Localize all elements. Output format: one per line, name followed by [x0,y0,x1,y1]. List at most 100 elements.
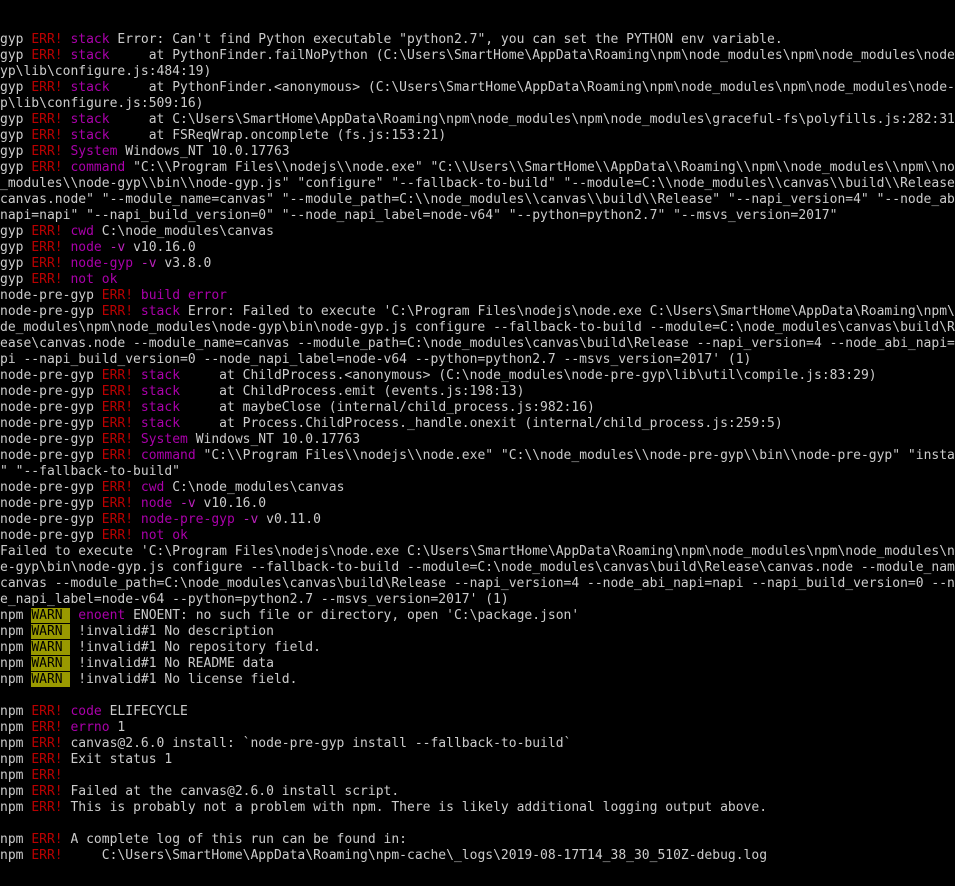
console-text-run: node-pre-gyp [140,512,243,527]
console-text-run: C:\node_modules\canvas [172,480,345,495]
console-text-run: Error: Can't find Python executable "pyt… [117,32,783,47]
console-text-run: at C:\Users\SmartHome\AppData\Roaming\np… [117,112,955,127]
console-text-run: C:\node_modules\canvas [101,224,274,239]
console-text-run: ERR! [31,224,71,239]
console-line-wrapped: _modules\\node-gyp\\bin\\node-gyp.js" "c… [0,176,955,192]
console-text-run: node-pre-gyp [0,496,102,511]
console-text-run: !invalid#1 No repository field. [70,640,321,655]
console-line: npm ERR! canvas@2.6.0 install: `node-pre… [0,736,955,752]
console-line: gyp ERR! stack at FSReqWrap.oncomplete (… [0,128,955,144]
console-text-run: A complete log of this run can be found … [70,832,407,847]
terminal-console-output[interactable]: gyp ERR! stack Error: Can't find Python … [0,0,955,886]
console-text-run: ERR! [31,128,71,143]
console-text-run: command [140,448,204,463]
console-line-wrapped: ease\canvas.node --module_name=canvas --… [0,336,955,352]
console-text-run: npm [0,640,32,655]
console-line: npm ERR! Failed at the canvas@2.6.0 inst… [0,784,955,800]
console-line: npm WARN !invalid#1 No README data [0,656,955,672]
console-text-run: "C:\\Program Files\\nodejs\\node.exe" "C… [133,160,955,175]
console-text-run: node-pre-gyp [0,416,102,431]
console-line: node-pre-gyp ERR! stack Error: Failed to… [0,304,955,320]
console-text-run: npm [0,848,32,863]
console-text-run: code [70,704,110,719]
console-text-run: p\lib\configure.js:509:16) [0,96,204,111]
console-text-run: !invalid#1 No license field. [70,672,298,687]
console-text-run: ERR! [101,368,141,383]
console-text-run: stack [70,128,118,143]
console-line: npm ERR! code ELIFECYCLE [0,704,955,720]
console-text-run: npm [0,608,32,623]
console-text-run: node-pre-gyp [0,512,102,527]
console-text-run: System [70,144,126,159]
console-text-run: ERR! [101,432,141,447]
console-text-run: v10.16.0 [133,240,196,255]
console-text-run: ERR! [31,48,71,63]
console-text-run: " "--fallback-to-build" [0,464,181,479]
console-text-run: stack [140,400,188,415]
console-text-run: node-pre-gyp [0,304,102,319]
console-line: npm ERR! Exit status 1 [0,752,955,768]
console-text-run: npm [0,784,32,799]
console-text-run: not ok [70,272,118,287]
console-log-lines: gyp ERR! stack Error: Can't find Python … [0,32,955,886]
console-text-run: stack [140,384,188,399]
console-text-run: npm [0,752,32,767]
console-text-run: node-pre-gyp [0,384,102,399]
console-line: npm ERR! This is probably not a problem … [0,800,955,816]
console-text-run: ERR! [31,832,71,847]
console-text-run: ease\canvas.node --module_name=canvas --… [0,336,955,351]
console-text-run: This is probably not a problem with npm.… [70,800,768,815]
console-text-run: de_modules\npm\node_modules\node-gyp\bin… [0,320,955,335]
console-line: npm WARN !invalid#1 No license field. [0,672,955,688]
console-text-run: ERR! [31,112,71,127]
console-line: npm WARN enoent ENOENT: no such file or … [0,608,955,624]
console-text-run: stack [70,32,118,47]
console-line: node-pre-gyp ERR! command "C:\\Program F… [0,448,955,464]
console-text-run: ERR! [101,496,141,511]
console-text-run: node-pre-gyp [0,368,102,383]
console-text-run: ERR! [31,720,71,735]
console-line-wrapped: napi=napi" "--napi_build_version=0" "--n… [0,208,955,224]
console-text-run: ERR! [101,528,141,543]
console-text-run: ERR! [31,272,71,287]
console-text-run: at ChildProcess.emit (events.js:198:13) [187,384,525,399]
console-text-run: stack [140,304,188,319]
console-text-run: v10.16.0 [203,496,267,511]
console-text-run: npm [0,768,32,783]
console-text-run: -v [109,240,134,255]
console-text-run: Failed at the canvas@2.6.0 install scrip… [70,784,400,799]
console-line: npm ERR! errno 1 [0,720,955,736]
console-text-run: ERR! [101,304,141,319]
console-line-wrapped: de_modules\npm\node_modules\node-gyp\bin… [0,320,955,336]
console-text-run: ERR! [101,400,141,415]
console-text-run: canvas --module_path=C:\node_modules\can… [0,576,955,591]
console-line: npm ERR! [0,768,955,784]
console-text-run: ERR! [31,848,71,863]
console-line: node-pre-gyp ERR! stack at maybeClose (i… [0,400,955,416]
console-line-wrapped: pi --napi_build_version=0 --node_napi_la… [0,352,955,368]
console-text-run: cwd [140,480,173,495]
console-text-run: ERR! [31,160,71,175]
console-text-run: !invalid#1 No description [70,624,274,639]
console-text-run: gyp [0,240,32,255]
console-text-run: Windows_NT 10.0.17763 [195,432,361,447]
console-text-run: stack [70,48,118,63]
console-line: node-pre-gyp ERR! stack at ChildProcess.… [0,368,955,384]
console-text-run: gyp [0,112,32,127]
console-line: gyp ERR! cwd C:\node_modules\canvas [0,224,955,240]
console-line: node-pre-gyp ERR! cwd C:\node_modules\ca… [0,480,955,496]
console-text-run: gyp [0,48,32,63]
console-text-run: "C:\\Program Files\\nodejs\\node.exe" "C… [203,448,955,463]
console-line: gyp ERR! stack Error: Can't find Python … [0,32,955,48]
console-text-run: -v [180,496,204,511]
console-text-run: ERR! [31,32,71,47]
console-line-wrapped: e_napi_label=node-v64 --python=python2.7… [0,592,955,608]
console-line-wrapped: canvas.node" "--module_name=canvas" "--m… [0,192,955,208]
console-line-wrapped: p\lib\configure.js:509:16) [0,96,955,112]
console-text-run: -v [242,512,267,527]
console-text-run: at PythonFinder.<anonymous> (C:\Users\Sm… [117,80,955,95]
console-text-run: node-pre-gyp [0,400,102,415]
